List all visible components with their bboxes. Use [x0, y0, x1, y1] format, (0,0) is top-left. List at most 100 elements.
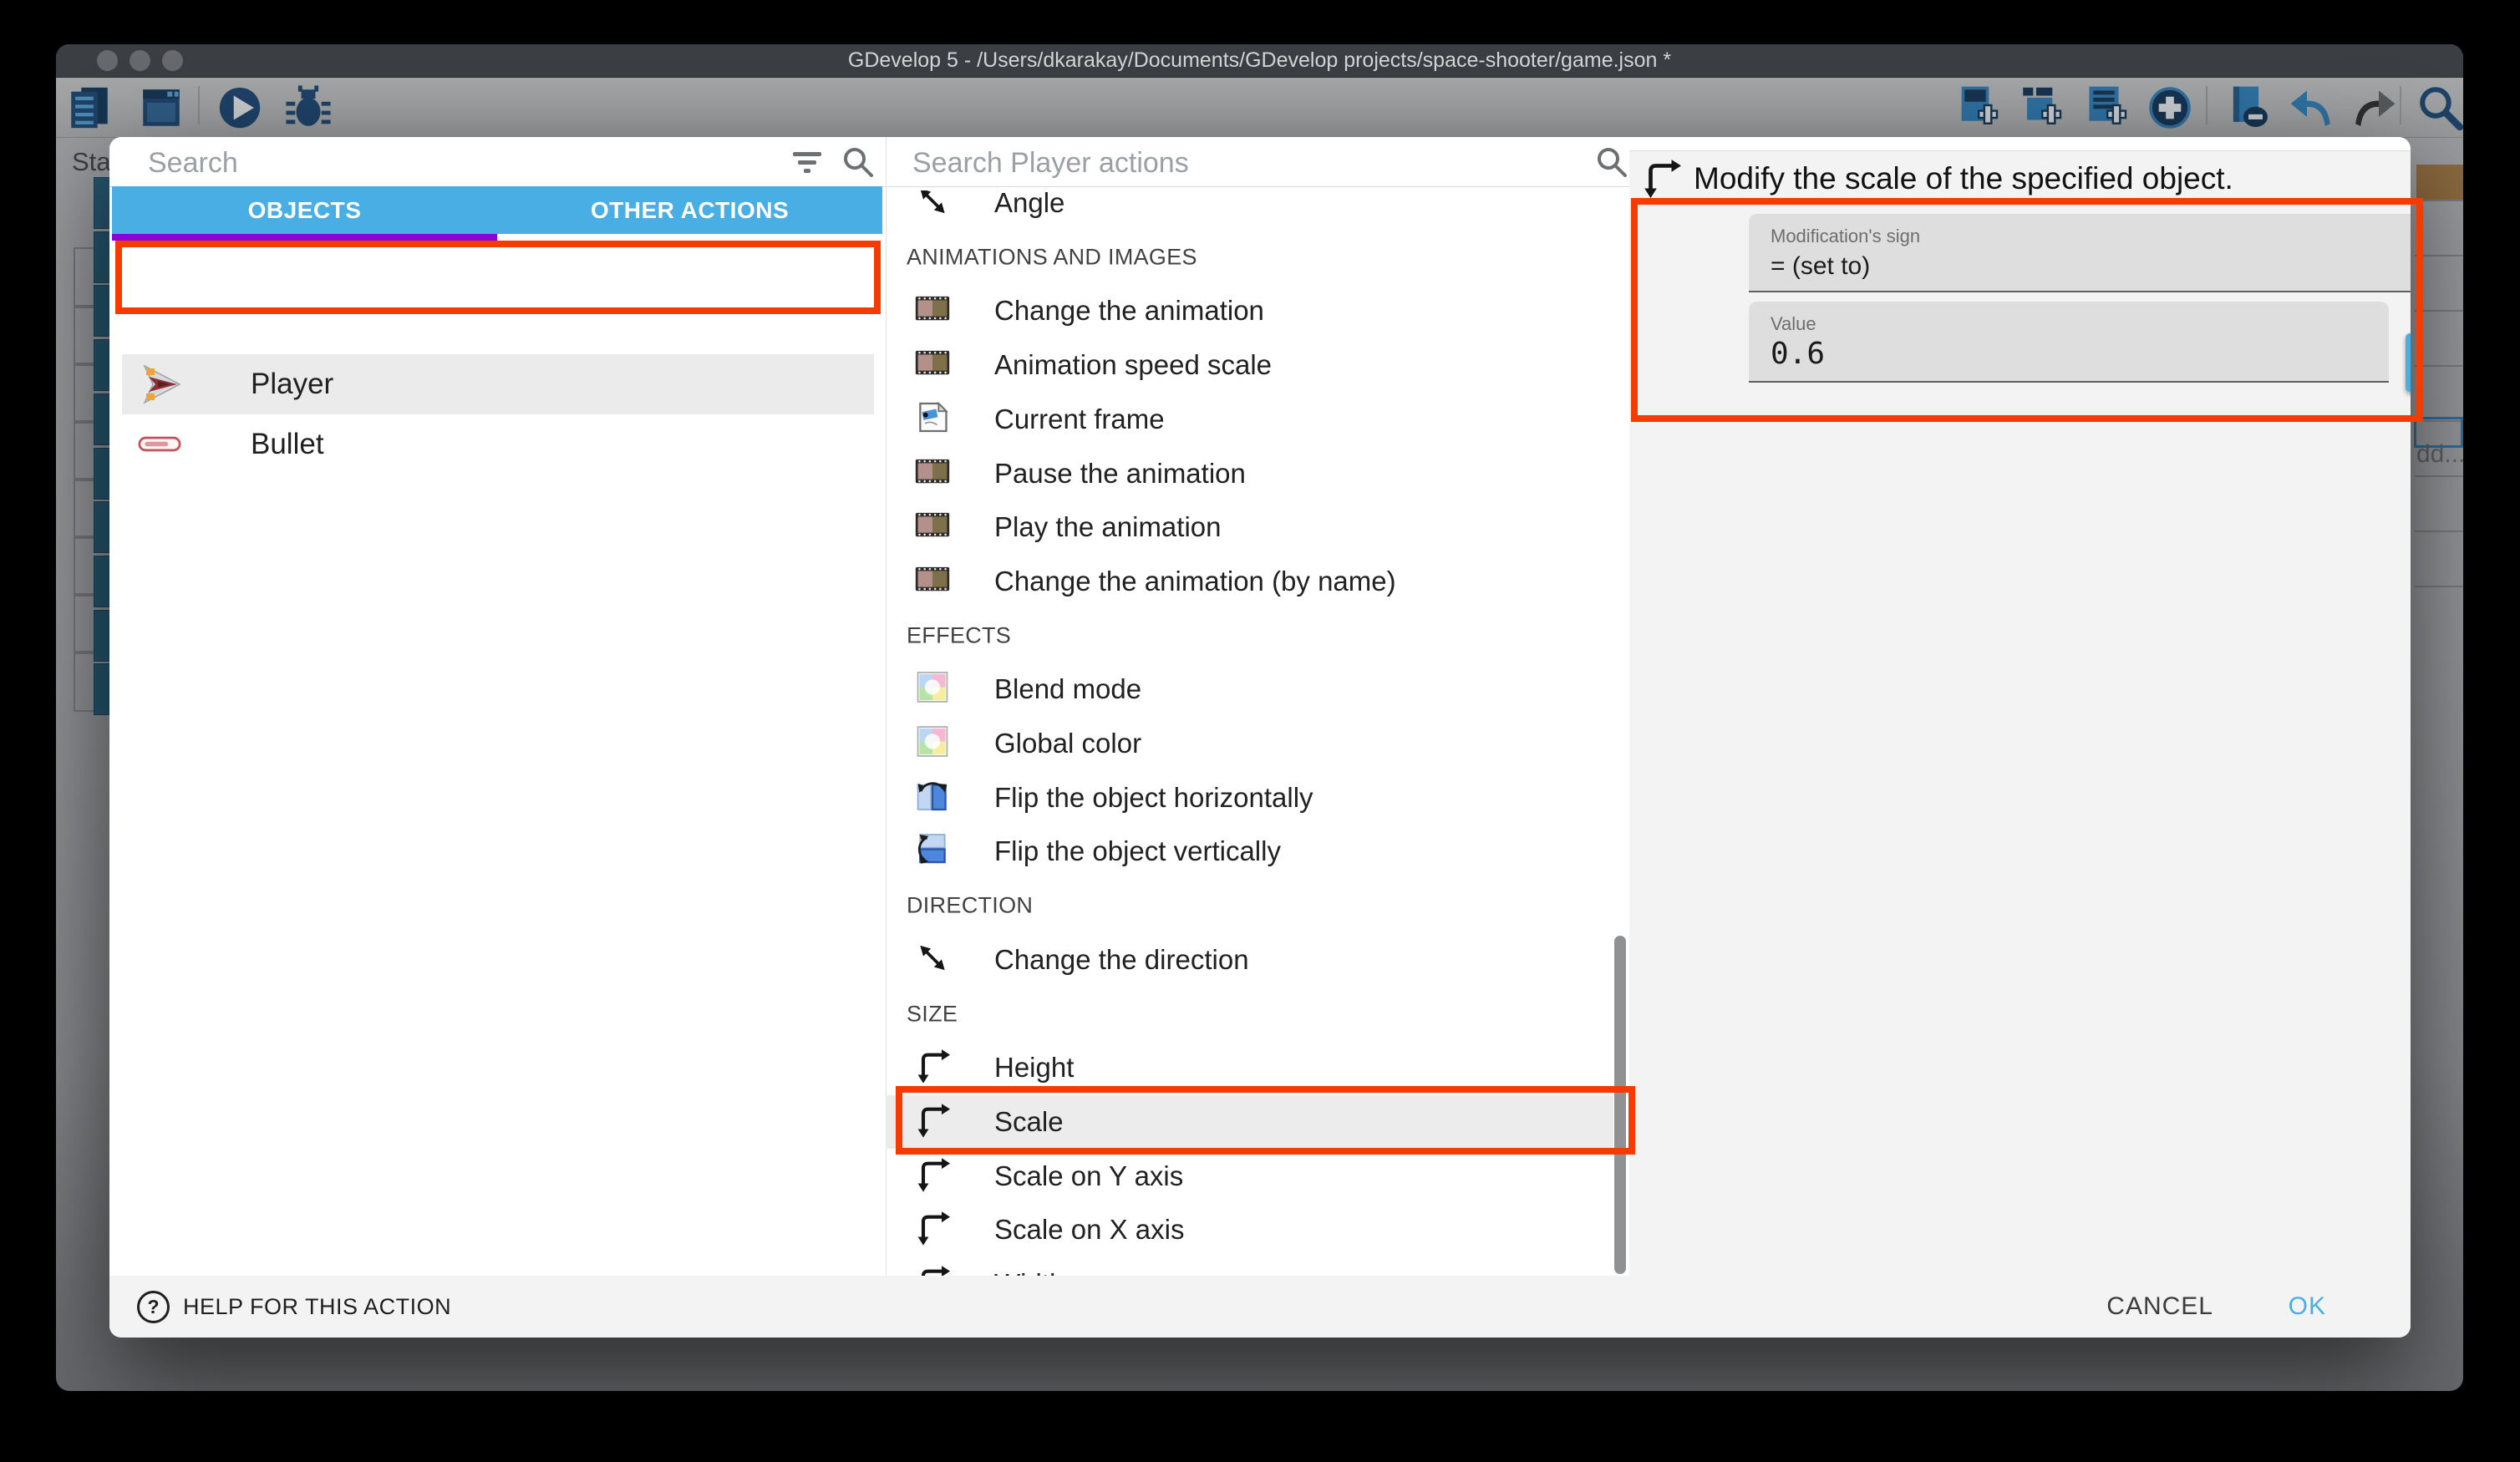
flip-vertical-icon: [914, 831, 951, 872]
action-item-scale-on-y-axis[interactable]: Scale on Y axis: [886, 1150, 1629, 1203]
action-item-current-frame[interactable]: Current frame: [886, 393, 1629, 446]
corner-arrow-icon: [914, 1048, 951, 1089]
section-header-label: ANIMATIONS AND IMAGES: [907, 245, 1197, 271]
action-item-change-the-animation[interactable]: Change the animation: [886, 284, 1629, 338]
action-label: Flip the object horizontally: [994, 782, 1313, 814]
filter-icon[interactable]: [790, 145, 825, 183]
debug-icon: [284, 122, 333, 135]
backdrop-row-divider: [2415, 475, 2463, 477]
section-header: EFFECTS: [886, 609, 1629, 662]
action-label: Blend mode: [994, 673, 1141, 705]
action-item-angle[interactable]: Angle: [886, 190, 1629, 230]
tab-other-actions[interactable]: OTHER ACTIONS: [497, 186, 882, 234]
toolbar-add-subevent-button[interactable]: [2012, 83, 2062, 133]
ok-button[interactable]: OK: [2284, 1276, 2331, 1338]
question-mark-icon: ?: [137, 1291, 170, 1323]
toolbar-search-button[interactable]: [2411, 83, 2462, 133]
help-button[interactable]: ? HELP FOR THIS ACTION: [132, 1276, 456, 1338]
toolbar-separator: [2400, 86, 2401, 124]
action-item-play-the-animation[interactable]: Play the animation: [886, 500, 1629, 554]
action-item-blend-mode[interactable]: Blend mode: [886, 662, 1629, 716]
project-manager-icon: [65, 122, 114, 135]
annotation-box-scale: [896, 1086, 1635, 1155]
active-tab-indicator: [112, 234, 497, 241]
action-item-change-the-animation-by-name[interactable]: Change the animation (by name): [886, 555, 1629, 608]
action-label: Animation speed scale: [994, 349, 1272, 381]
action-label: Change the direction: [994, 944, 1249, 976]
action-item-flip-the-object-vertically[interactable]: Flip the object vertically: [886, 825, 1629, 878]
angle-arrow-icon: [914, 190, 951, 224]
tab-objects[interactable]: OBJECTS: [112, 186, 497, 234]
toolbar-debug-button[interactable]: [279, 83, 329, 133]
search-icon[interactable]: [1593, 144, 1630, 185]
angle-arrow-icon: [914, 940, 951, 981]
section-header-label: SIZE: [907, 1002, 958, 1028]
film-strip-icon: [914, 561, 951, 602]
action-label: Pause the animation: [994, 458, 1246, 490]
toolbar-separator: [198, 86, 200, 124]
scene-editor-icon: [137, 122, 185, 135]
annotation-box-player: [115, 241, 881, 314]
film-strip-icon: [914, 507, 951, 548]
redo-icon: [2350, 122, 2398, 135]
action-label: Scale on X axis: [994, 1214, 1184, 1246]
toolbar-add-circle-button[interactable]: [2141, 83, 2191, 133]
backdrop-thumbnail: [2416, 165, 2463, 200]
backdrop-row-divider: [2415, 586, 2463, 587]
player-ship-icon: [138, 361, 185, 412]
corner-arrow-icon: [914, 1156, 951, 1197]
search-icon[interactable]: [840, 144, 876, 185]
undo-icon: [2288, 122, 2336, 135]
backdrop-partial-label-right: dd...: [2416, 440, 2463, 469]
section-header-label: EFFECTS: [907, 623, 1011, 649]
film-strip-icon: [914, 345, 951, 386]
action-item-pause-the-animation[interactable]: Pause the animation: [886, 447, 1629, 500]
section-header: DIRECTION: [886, 879, 1629, 932]
screenshot-stage: GDevelop 5 - /Users/dkarakay/Documents/G…: [0, 0, 2520, 1462]
action-item-width[interactable]: Width: [886, 1257, 1629, 1276]
actions-search-input[interactable]: [911, 144, 1549, 182]
object-item-bullet[interactable]: Bullet: [109, 417, 886, 472]
corner-arrow-icon: [914, 1264, 951, 1277]
flip-horizontal-icon: [914, 778, 951, 819]
add-comment-icon: [2082, 122, 2131, 135]
action-label: Change the animation: [994, 295, 1264, 327]
toolbar-delete-event-button[interactable]: [2219, 83, 2269, 133]
tab-bar: OBJECTS OTHER ACTIONS: [112, 186, 882, 234]
action-item-global-color[interactable]: Global color: [886, 717, 1629, 770]
action-item-flip-the-object-horizontally[interactable]: Flip the object horizontally: [886, 771, 1629, 825]
selected-row-highlight: [122, 354, 874, 414]
action-label: Angle: [994, 190, 1064, 219]
action-description: Modify the scale of the specified object…: [1694, 161, 2233, 196]
film-strip-icon: [914, 291, 951, 332]
object-label: Bullet: [251, 428, 324, 461]
object-item-player[interactable]: Player: [109, 354, 886, 414]
current-frame-icon: [914, 399, 951, 440]
action-label: Flip the object vertically: [994, 835, 1281, 867]
toolbar-add-comment-button[interactable]: [2077, 83, 2127, 133]
action-label: Global color: [994, 728, 1141, 759]
action-label: Change the animation (by name): [994, 566, 1396, 597]
toolbar-add-event-button[interactable]: [1948, 83, 1999, 133]
section-header: ANIMATIONS AND IMAGES: [886, 231, 1629, 284]
toolbar-redo-button[interactable]: [2345, 83, 2395, 133]
action-item-scale-on-x-axis[interactable]: Scale on X axis: [886, 1203, 1629, 1256]
objects-search-input[interactable]: [146, 144, 785, 182]
action-label: Height: [994, 1052, 1074, 1084]
section-header-label: DIRECTION: [907, 893, 1033, 919]
add-circle-icon: [2146, 122, 2194, 135]
dialog-footer: ? HELP FOR THIS ACTION CANCEL OK: [109, 1276, 2411, 1338]
film-strip-icon: [914, 454, 951, 495]
object-label: Player: [251, 368, 333, 401]
toolbar-project-manager-button[interactable]: [60, 83, 110, 133]
action-item-animation-speed-scale[interactable]: Animation speed scale: [886, 338, 1629, 392]
backdrop-partial-label-left: Sta: [72, 147, 111, 177]
section-header: SIZE: [886, 987, 1629, 1041]
add-event-icon: [1954, 122, 2002, 135]
cancel-button[interactable]: CANCEL: [2101, 1276, 2218, 1338]
blend-palette-icon: [914, 669, 951, 710]
toolbar-play-button[interactable]: [211, 83, 261, 133]
toolbar-undo-button[interactable]: [2283, 83, 2333, 133]
action-item-change-the-direction[interactable]: Change the direction: [886, 933, 1629, 987]
toolbar-scene-editor-button[interactable]: [132, 83, 182, 133]
